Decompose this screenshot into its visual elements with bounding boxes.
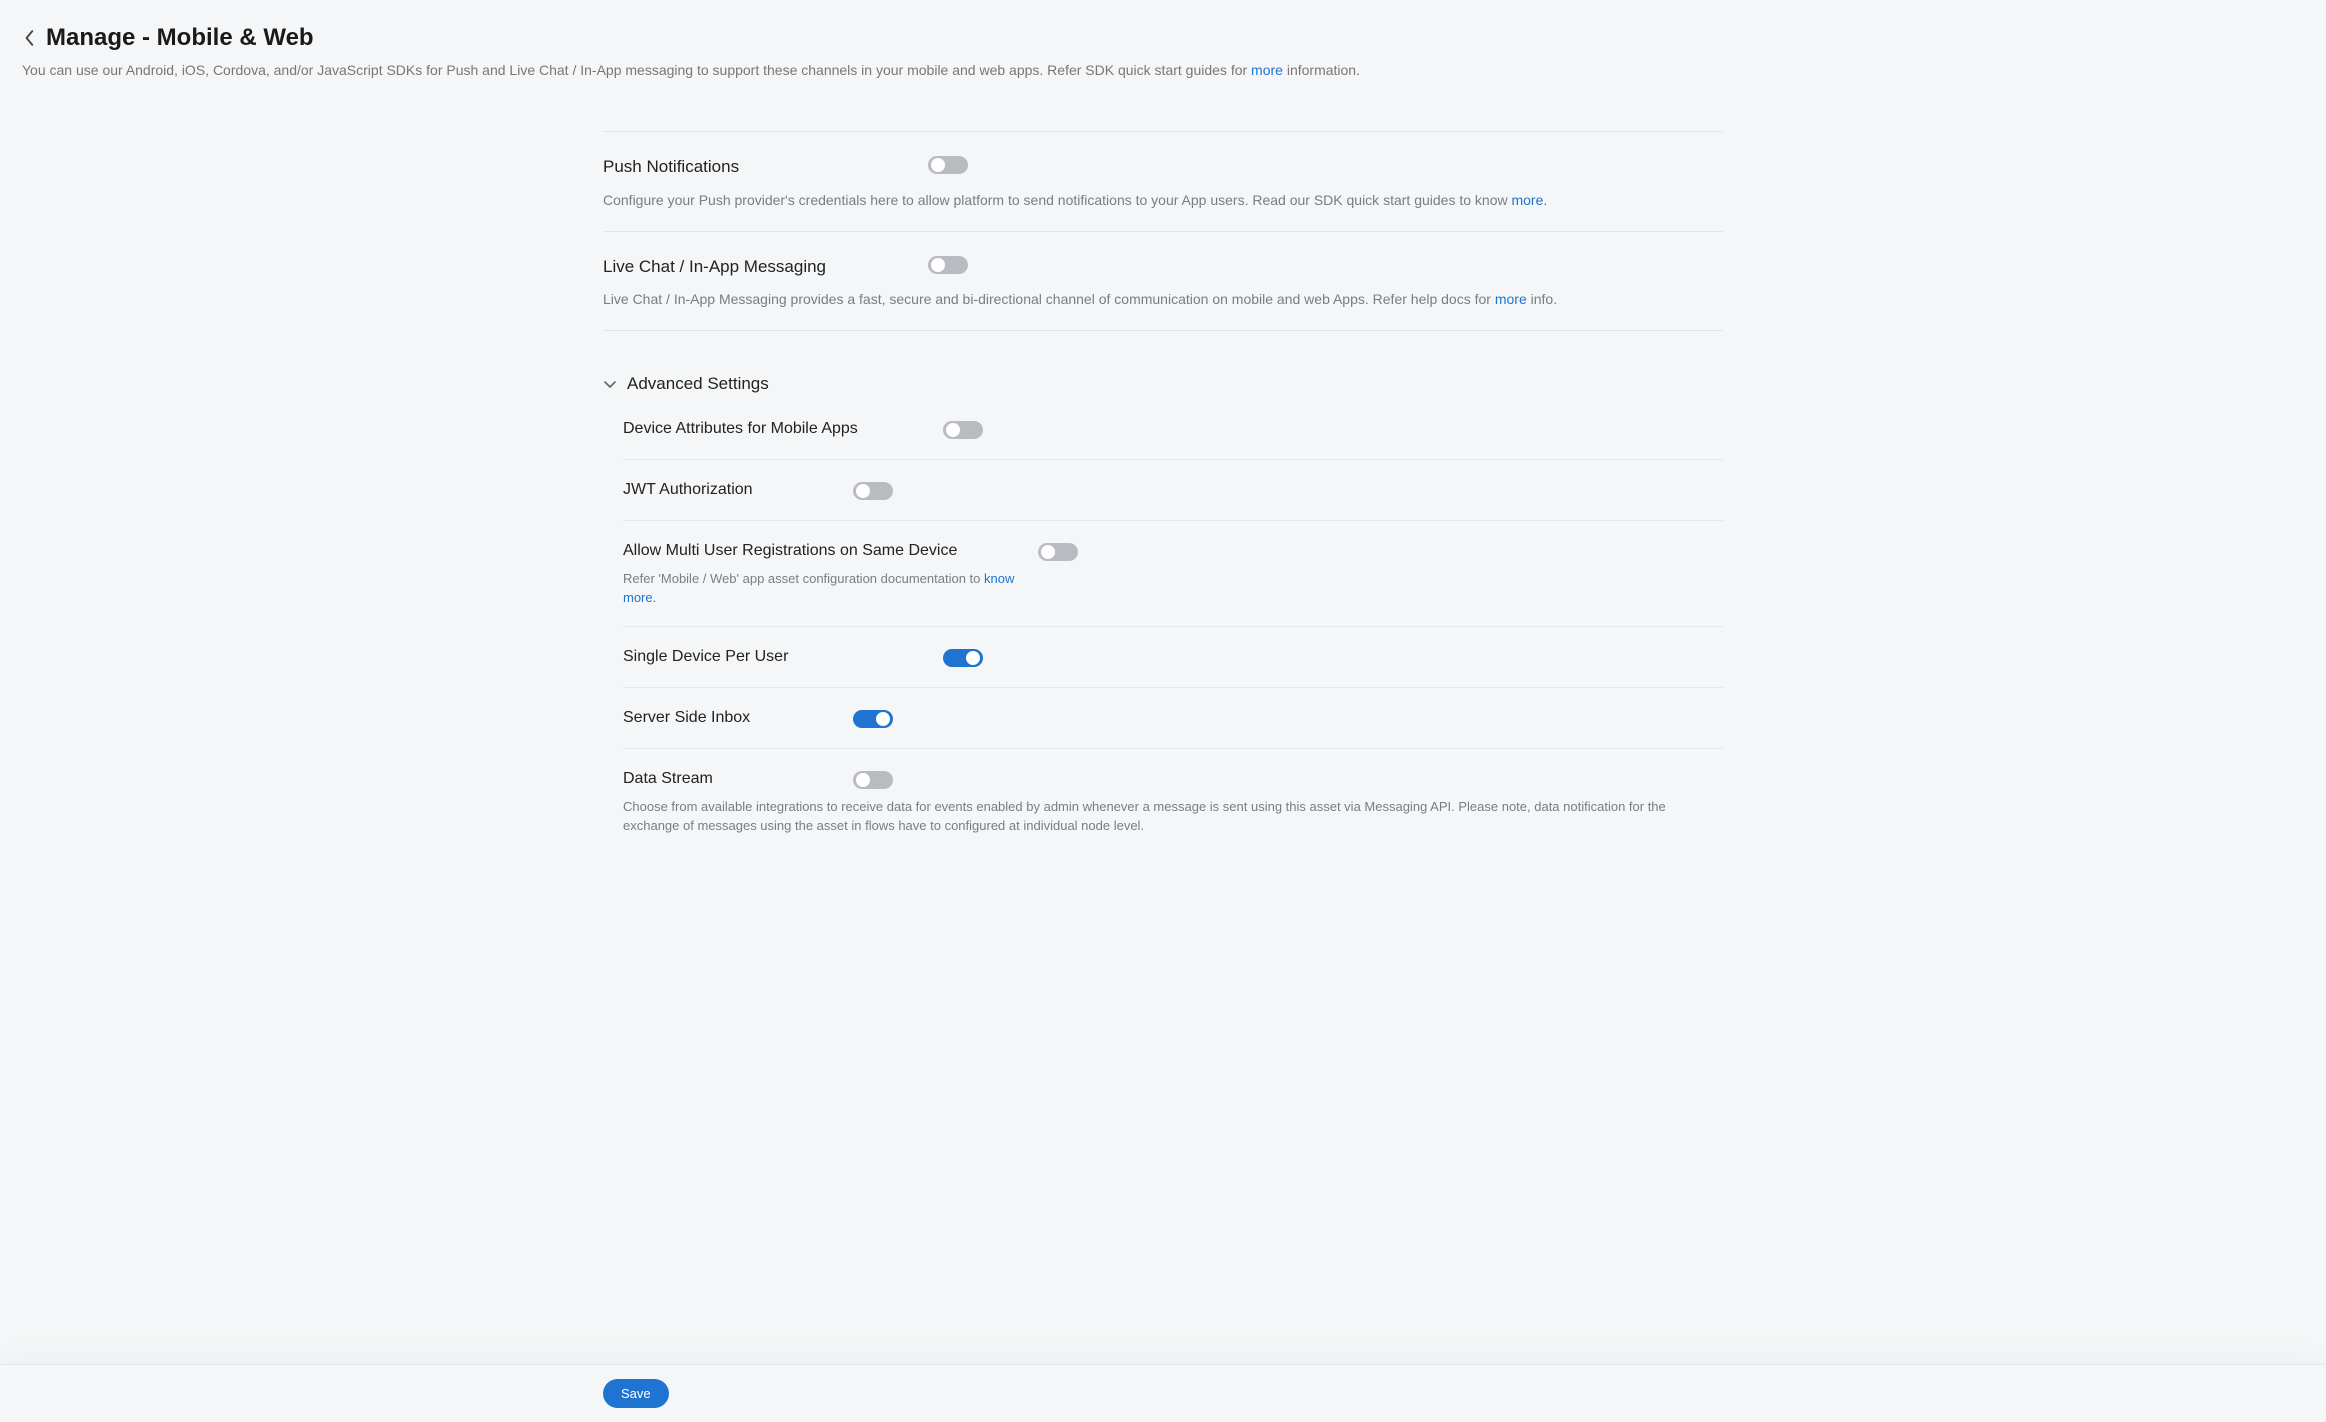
device-attributes-label: Device Attributes for Mobile Apps — [623, 417, 913, 441]
chevron-down-icon — [603, 377, 617, 391]
livechat-desc-pre: Live Chat / In-App Messaging provides a … — [603, 291, 1495, 307]
page-title: Manage - Mobile & Web — [46, 20, 314, 56]
push-notifications-section: Push Notifications Configure your Push p… — [603, 131, 1723, 231]
livechat-toggle[interactable] — [928, 256, 968, 274]
advanced-settings-section: Advanced Settings Device Attributes for … — [603, 330, 1723, 854]
single-device-label: Single Device Per User — [623, 645, 913, 669]
multi-user-toggle[interactable] — [1038, 543, 1078, 561]
server-inbox-toggle[interactable] — [853, 710, 893, 728]
push-title: Push Notifications — [603, 154, 898, 180]
server-inbox-item: Server Side Inbox — [623, 687, 1723, 748]
device-attributes-toggle[interactable] — [943, 421, 983, 439]
server-inbox-label: Server Side Inbox — [623, 706, 823, 730]
livechat-desc-post: info. — [1527, 291, 1557, 307]
livechat-section: Live Chat / In-App Messaging Live Chat /… — [603, 231, 1723, 331]
page-subtitle-post: information. — [1283, 62, 1360, 78]
single-device-toggle[interactable] — [943, 649, 983, 667]
livechat-desc-link[interactable]: more — [1495, 291, 1527, 307]
data-stream-toggle[interactable] — [853, 771, 893, 789]
save-button[interactable]: Save — [603, 1379, 669, 1408]
multi-user-label: Allow Multi User Registrations on Same D… — [623, 539, 1008, 563]
advanced-settings-toggle-header[interactable]: Advanced Settings — [603, 353, 1723, 403]
back-icon[interactable] — [22, 26, 38, 50]
livechat-title: Live Chat / In-App Messaging — [603, 254, 898, 280]
page-subtitle: You can use our Android, iOS, Cordova, a… — [22, 60, 2304, 81]
push-desc-pre: Configure your Push provider's credentia… — [603, 192, 1511, 208]
jwt-item: JWT Authorization — [623, 459, 1723, 520]
page-subtitle-link[interactable]: more — [1251, 62, 1283, 78]
single-device-item: Single Device Per User — [623, 626, 1723, 687]
multi-user-item: Allow Multi User Registrations on Same D… — [623, 520, 1723, 626]
page-header: Manage - Mobile & Web You can use our An… — [0, 0, 2326, 91]
push-desc-link[interactable]: more. — [1511, 192, 1547, 208]
push-toggle[interactable] — [928, 156, 968, 174]
data-stream-label: Data Stream — [623, 767, 823, 791]
livechat-desc: Live Chat / In-App Messaging provides a … — [603, 289, 1723, 310]
page-subtitle-pre: You can use our Android, iOS, Cordova, a… — [22, 62, 1251, 78]
footer-bar: Save — [0, 1364, 2326, 1422]
jwt-label: JWT Authorization — [623, 478, 823, 502]
data-stream-desc: Choose from available integrations to re… — [623, 797, 1723, 836]
jwt-toggle[interactable] — [853, 482, 893, 500]
data-stream-item: Data Stream Choose from available integr… — [623, 748, 1723, 854]
multi-user-desc: Refer 'Mobile / Web' app asset configura… — [623, 569, 1023, 608]
multi-user-desc-pre: Refer 'Mobile / Web' app asset configura… — [623, 571, 984, 586]
advanced-settings-title: Advanced Settings — [627, 371, 769, 397]
push-desc: Configure your Push provider's credentia… — [603, 190, 1723, 211]
device-attributes-item: Device Attributes for Mobile Apps — [623, 403, 1723, 459]
